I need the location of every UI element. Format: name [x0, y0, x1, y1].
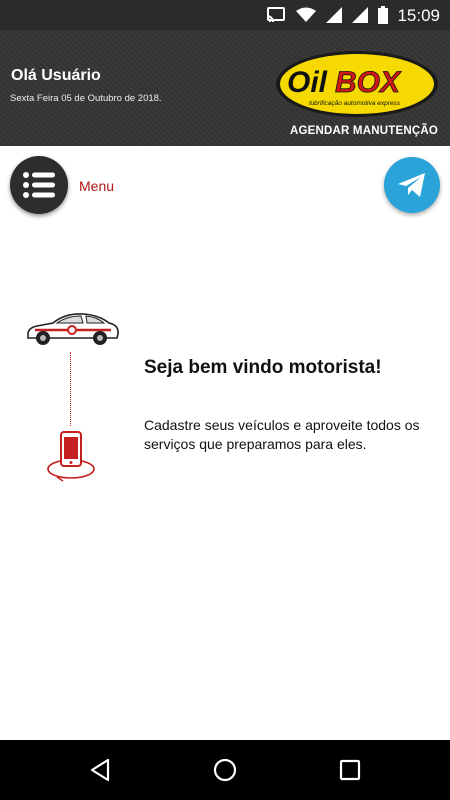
connector-line: [70, 352, 71, 426]
telegram-icon: [398, 173, 425, 197]
welcome-text: Cadastre seus veículos e aproveite todos…: [144, 417, 420, 452]
svg-text:Oil: Oil: [287, 66, 328, 99]
greeting-text: Olá Usuário: [11, 67, 101, 84]
menu-label[interactable]: Menu: [79, 178, 114, 194]
wifi-icon: [296, 7, 316, 22]
date-text: Sexta Feira 05 de Outubro de 2018.: [10, 93, 162, 104]
schedule-maintenance-link[interactable]: AGENDAR MANUTENÇÃO: [290, 125, 438, 137]
menu-list-icon: [23, 172, 55, 198]
cast-icon: [266, 7, 285, 23]
signal-icon: [326, 7, 342, 23]
welcome-title: Seja bem vindo motorista!: [144, 357, 382, 378]
back-button[interactable]: [88, 758, 112, 782]
recents-button[interactable]: [338, 758, 362, 782]
svg-text:lubrificação automotiva expres: lubrificação automotiva express: [309, 100, 401, 107]
svg-text:BOX: BOX: [335, 66, 402, 99]
status-time: 15:09: [397, 6, 440, 25]
car-icon: [27, 313, 119, 345]
back-icon: [90, 758, 110, 782]
status-icons: [266, 6, 388, 24]
status-bar: 15:09: [0, 0, 450, 30]
system-nav-bar: [0, 740, 450, 800]
telegram-button[interactable]: [384, 157, 440, 213]
phone-icon: [47, 431, 95, 482]
battery-icon: [378, 6, 388, 24]
home-icon: [213, 758, 237, 782]
signal-icon-2: [352, 7, 368, 23]
home-button[interactable]: [213, 758, 237, 782]
app-header: Olá Usuário Sexta Feira 05 de Outubro de…: [0, 30, 450, 146]
oilbox-logo: Oil BOX lubrificação automotiva express: [276, 51, 438, 117]
recents-icon: [339, 759, 361, 781]
menu-button[interactable]: [10, 156, 68, 214]
